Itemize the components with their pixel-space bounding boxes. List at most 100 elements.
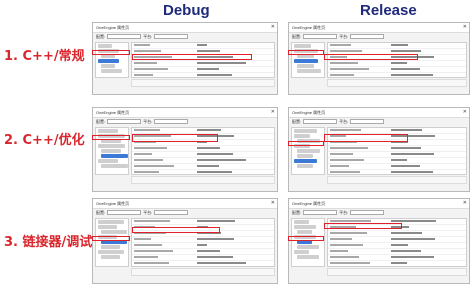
property-row[interactable] xyxy=(328,261,466,266)
highlight-box xyxy=(324,54,418,60)
tree-item[interactable] xyxy=(98,225,117,229)
config-label: 配置: xyxy=(96,210,106,215)
step-label-2: 2. C++/优化 xyxy=(4,133,85,148)
dialog-title-bar: OneEngine 属性页 ✕ xyxy=(93,108,277,118)
tree-item[interactable] xyxy=(98,44,112,48)
config-dropdown[interactable] xyxy=(303,34,338,40)
property-value xyxy=(197,68,220,70)
property-name xyxy=(330,68,369,70)
description-panel xyxy=(131,268,275,276)
property-name xyxy=(134,250,173,252)
property-row[interactable] xyxy=(132,170,274,174)
close-icon[interactable]: ✕ xyxy=(271,199,275,208)
tree-item[interactable] xyxy=(297,69,321,73)
tree-item[interactable] xyxy=(98,250,124,254)
close-icon[interactable]: ✕ xyxy=(271,108,275,117)
property-name xyxy=(330,262,370,264)
property-name xyxy=(330,238,352,240)
dialog-title: OneEngine 属性页 xyxy=(292,201,326,206)
dialog-title: OneEngine 属性页 xyxy=(292,110,326,115)
property-value xyxy=(391,74,434,76)
platform-label: 平台: xyxy=(143,210,153,215)
tree-item[interactable] xyxy=(98,159,118,163)
platform-label: 平台: xyxy=(143,34,153,39)
tree-item[interactable] xyxy=(101,64,115,68)
property-name xyxy=(330,171,360,173)
property-name xyxy=(134,62,157,64)
tree-item[interactable] xyxy=(297,164,313,168)
tree-item[interactable] xyxy=(297,230,312,234)
tree-item[interactable] xyxy=(294,250,309,254)
property-grid xyxy=(131,42,275,78)
tree-item[interactable] xyxy=(101,69,122,73)
highlight-box xyxy=(92,135,130,140)
tree-item[interactable] xyxy=(297,149,320,153)
tree-item[interactable] xyxy=(297,245,319,249)
property-value xyxy=(391,256,435,258)
tree-item[interactable] xyxy=(101,230,127,234)
tree-item-selected[interactable] xyxy=(101,154,128,158)
property-tree[interactable] xyxy=(291,42,325,78)
tree-item-selected[interactable] xyxy=(294,159,317,163)
property-value xyxy=(391,153,435,155)
property-name xyxy=(330,159,364,161)
config-dropdown[interactable] xyxy=(107,119,142,125)
close-icon[interactable]: ✕ xyxy=(463,199,467,208)
tree-item[interactable] xyxy=(297,154,313,158)
config-dropdown[interactable] xyxy=(107,210,142,216)
property-tree[interactable] xyxy=(291,218,325,267)
platform-dropdown[interactable] xyxy=(350,210,385,216)
tree-item[interactable] xyxy=(101,255,120,259)
tree-item[interactable] xyxy=(294,134,310,138)
property-row[interactable] xyxy=(132,73,274,77)
tree-item[interactable] xyxy=(297,64,314,68)
tree-item-selected[interactable] xyxy=(294,59,318,63)
tree-item[interactable] xyxy=(101,245,120,249)
platform-dropdown[interactable] xyxy=(350,34,385,40)
close-icon[interactable]: ✕ xyxy=(463,108,467,117)
tree-item[interactable] xyxy=(294,225,316,229)
property-name xyxy=(134,153,152,155)
tree-item[interactable] xyxy=(98,144,125,148)
property-name xyxy=(134,244,162,246)
property-name xyxy=(330,153,353,155)
property-name xyxy=(330,50,362,52)
tree-item[interactable] xyxy=(294,220,309,224)
config-label: 配置: xyxy=(292,119,302,124)
property-value xyxy=(391,165,421,167)
tree-item-selected[interactable] xyxy=(98,59,119,63)
config-dropdown[interactable] xyxy=(303,119,338,125)
property-tree[interactable] xyxy=(291,127,325,175)
property-name xyxy=(134,262,169,264)
property-name xyxy=(134,220,170,222)
tree-item[interactable] xyxy=(101,149,121,153)
property-value xyxy=(197,165,220,167)
platform-dropdown[interactable] xyxy=(154,34,189,40)
platform-dropdown[interactable] xyxy=(154,119,189,125)
config-dropdown[interactable] xyxy=(303,210,338,216)
highlight-box xyxy=(324,223,402,229)
property-tree[interactable] xyxy=(95,218,129,267)
platform-dropdown[interactable] xyxy=(154,210,189,216)
config-dropdown[interactable] xyxy=(107,34,142,40)
tree-item[interactable] xyxy=(294,44,311,48)
tree-item[interactable] xyxy=(98,220,124,224)
property-name xyxy=(330,244,363,246)
property-row[interactable] xyxy=(132,261,274,266)
close-icon[interactable]: ✕ xyxy=(271,23,275,32)
platform-label: 平台: xyxy=(339,210,349,215)
property-name xyxy=(134,129,160,131)
tree-item[interactable] xyxy=(98,129,118,133)
dialog-title-bar: OneEngine 属性页 ✕ xyxy=(93,23,277,33)
tree-item[interactable] xyxy=(297,255,319,259)
close-icon[interactable]: ✕ xyxy=(463,23,467,32)
tree-item[interactable] xyxy=(101,164,128,168)
platform-dropdown[interactable] xyxy=(350,119,385,125)
property-row[interactable] xyxy=(328,170,466,174)
property-row[interactable] xyxy=(328,73,466,77)
tree-item[interactable] xyxy=(294,129,317,133)
property-value xyxy=(197,129,222,131)
property-tree[interactable] xyxy=(95,42,129,78)
dialog-title: OneEngine 属性页 xyxy=(96,110,130,115)
platform-label: 平台: xyxy=(339,119,349,124)
